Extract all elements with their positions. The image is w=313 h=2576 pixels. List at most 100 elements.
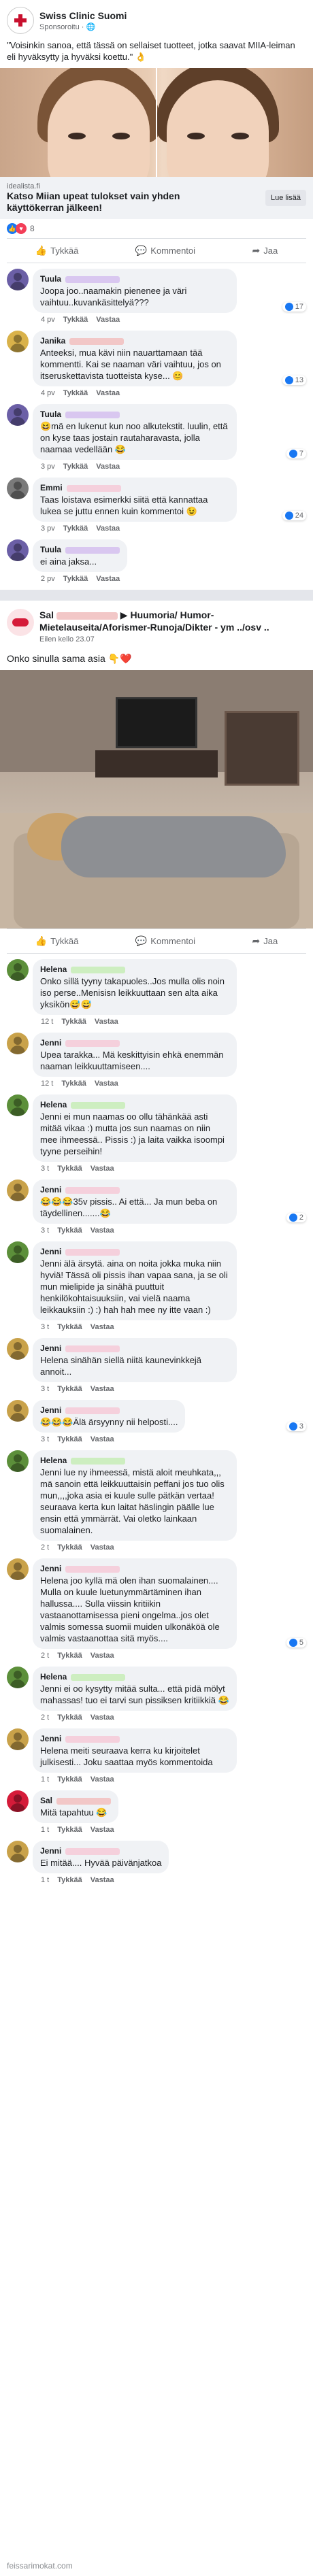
comment-time[interactable]: 2 t [41, 1543, 49, 1552]
commenter-name[interactable]: Jenni [40, 1037, 61, 1049]
comment-reply-link[interactable]: Vastaa [90, 1826, 114, 1834]
ad-photo[interactable] [0, 68, 313, 177]
comment-reply-link[interactable]: Vastaa [90, 1226, 114, 1235]
commenter-avatar[interactable] [7, 269, 29, 290]
comment-reply-link[interactable]: Vastaa [90, 1385, 114, 1393]
comment-like-link[interactable]: Tykkää [57, 1435, 82, 1443]
commenter-avatar[interactable] [7, 539, 29, 561]
comment-reaction-badge[interactable]: 5 [286, 1638, 306, 1647]
commenter-avatar[interactable] [7, 959, 29, 981]
commenter-name[interactable]: Emmi [40, 482, 63, 494]
comment-reaction-badge[interactable]: 13 [282, 375, 306, 385]
comment-reply-link[interactable]: Vastaa [90, 1323, 114, 1331]
commenter-name[interactable]: Jenni [40, 1845, 61, 1857]
commenter-avatar[interactable] [7, 1180, 29, 1201]
comment-reply-link[interactable]: Vastaa [96, 524, 120, 533]
comment-time[interactable]: 4 pv [41, 316, 55, 324]
comment-time[interactable]: 2 t [41, 1652, 49, 1660]
commenter-avatar[interactable] [7, 1241, 29, 1263]
commenter-name[interactable]: Jenni [40, 1246, 61, 1258]
commenter-name[interactable]: Jenni [40, 1405, 61, 1416]
comment-like-link[interactable]: Tykkää [57, 1543, 82, 1552]
comment-time[interactable]: 2 t [41, 1713, 49, 1722]
comment-like-link[interactable]: Tykkää [57, 1713, 82, 1722]
like-button[interactable]: 👍 Tykkää [35, 935, 79, 947]
comment-reply-link[interactable]: Vastaa [90, 1652, 114, 1660]
comment-time[interactable]: 3 t [41, 1226, 49, 1235]
like-button[interactable]: 👍 Tykkää [35, 245, 79, 256]
comment-reply-link[interactable]: Vastaa [90, 1713, 114, 1722]
comment-like-link[interactable]: Tykkää [63, 316, 88, 324]
commenter-avatar[interactable] [7, 1033, 29, 1054]
commenter-avatar[interactable] [7, 331, 29, 352]
comment-time[interactable]: 3 t [41, 1323, 49, 1331]
commenter-name[interactable]: Helena [40, 1455, 67, 1467]
comment-like-link[interactable]: Tykkää [57, 1323, 82, 1331]
comment-reply-link[interactable]: Vastaa [96, 389, 120, 397]
commenter-name[interactable]: Helena [40, 964, 67, 975]
commenter-name[interactable]: Sal [40, 1795, 52, 1807]
comment-like-link[interactable]: Tykkää [63, 389, 88, 397]
comment-reply-link[interactable]: Vastaa [96, 575, 120, 583]
comment-time[interactable]: 3 t [41, 1435, 49, 1443]
comment-reply-link[interactable]: Vastaa [90, 1543, 114, 1552]
commenter-name[interactable]: Jenni [40, 1184, 61, 1196]
comment-button[interactable]: 💬 Kommentoi [135, 245, 195, 256]
commenter-name[interactable]: Helena [40, 1671, 67, 1683]
comment-like-link[interactable]: Tykkää [57, 1775, 82, 1784]
commenter-avatar[interactable] [7, 1790, 29, 1812]
comment-reply-link[interactable]: Vastaa [95, 1080, 118, 1088]
comment-like-link[interactable]: Tykkää [63, 463, 88, 471]
commenter-avatar[interactable] [7, 1728, 29, 1750]
comment-reply-link[interactable]: Vastaa [90, 1876, 114, 1884]
commenter-avatar[interactable] [7, 1400, 29, 1422]
brand-avatar[interactable] [7, 7, 34, 34]
comment-time[interactable]: 1 t [41, 1826, 49, 1834]
comment-reaction-badge[interactable]: 24 [282, 511, 306, 520]
commenter-avatar[interactable] [7, 1841, 29, 1862]
comment-like-link[interactable]: Tykkää [57, 1226, 82, 1235]
commenter-name[interactable]: Jenni [40, 1343, 61, 1354]
comment-reply-link[interactable]: Vastaa [95, 1018, 118, 1026]
comment-reaction-badge[interactable]: 7 [286, 449, 306, 458]
comment-time[interactable]: 1 t [41, 1876, 49, 1884]
comment-like-link[interactable]: Tykkää [57, 1385, 82, 1393]
comment-like-link[interactable]: Tykkää [63, 524, 88, 533]
comment-like-link[interactable]: Tykkää [63, 575, 88, 583]
commenter-name[interactable]: Jenni [40, 1733, 61, 1745]
comment-like-link[interactable]: Tykkää [57, 1165, 82, 1173]
comment-reply-link[interactable]: Vastaa [90, 1775, 114, 1784]
comment-time[interactable]: 2 pv [41, 575, 55, 583]
commenter-avatar[interactable] [7, 404, 29, 426]
comment-like-link[interactable]: Tykkää [57, 1652, 82, 1660]
comment-like-link[interactable]: Tykkää [57, 1826, 82, 1834]
group-post-photo[interactable] [0, 670, 313, 929]
commenter-name[interactable]: Jenni [40, 1563, 61, 1575]
comment-time[interactable]: 3 pv [41, 463, 55, 471]
comment-time[interactable]: 3 pv [41, 524, 55, 533]
author-name[interactable]: Sal [39, 609, 54, 620]
commenter-avatar[interactable] [7, 1094, 29, 1116]
commenter-name[interactable]: Tuula [40, 273, 61, 285]
reaction-summary[interactable]: 👍 ♥ 8 [7, 219, 306, 238]
comment-reply-link[interactable]: Vastaa [96, 463, 120, 471]
comment-like-link[interactable]: Tykkää [57, 1876, 82, 1884]
comment-like-link[interactable]: Tykkää [61, 1080, 86, 1088]
commenter-avatar[interactable] [7, 478, 29, 499]
page-name[interactable]: Swiss Clinic Suomi [39, 10, 127, 21]
link-preview-card[interactable]: idealista.fi Katso Miian upeat tulokset … [0, 177, 313, 219]
share-button[interactable]: ➦ Jaa [252, 935, 278, 947]
comment-time[interactable]: 1 t [41, 1775, 49, 1784]
comment-reaction-badge[interactable]: 2 [286, 1213, 306, 1222]
commenter-name[interactable]: Janika [40, 335, 65, 347]
comment-reply-link[interactable]: Vastaa [96, 316, 120, 324]
comment-time[interactable]: 4 pv [41, 389, 55, 397]
comment-like-link[interactable]: Tykkää [61, 1018, 86, 1026]
commenter-name[interactable]: Helena [40, 1099, 67, 1111]
commenter-name[interactable]: Tuula [40, 409, 61, 420]
comment-button[interactable]: 💬 Kommentoi [135, 935, 195, 947]
comment-time[interactable]: 3 t [41, 1385, 49, 1393]
share-button[interactable]: ➦ Jaa [252, 245, 278, 256]
learn-more-button[interactable]: Lue lisää [265, 190, 306, 206]
comment-reaction-badge[interactable]: 17 [282, 302, 306, 312]
